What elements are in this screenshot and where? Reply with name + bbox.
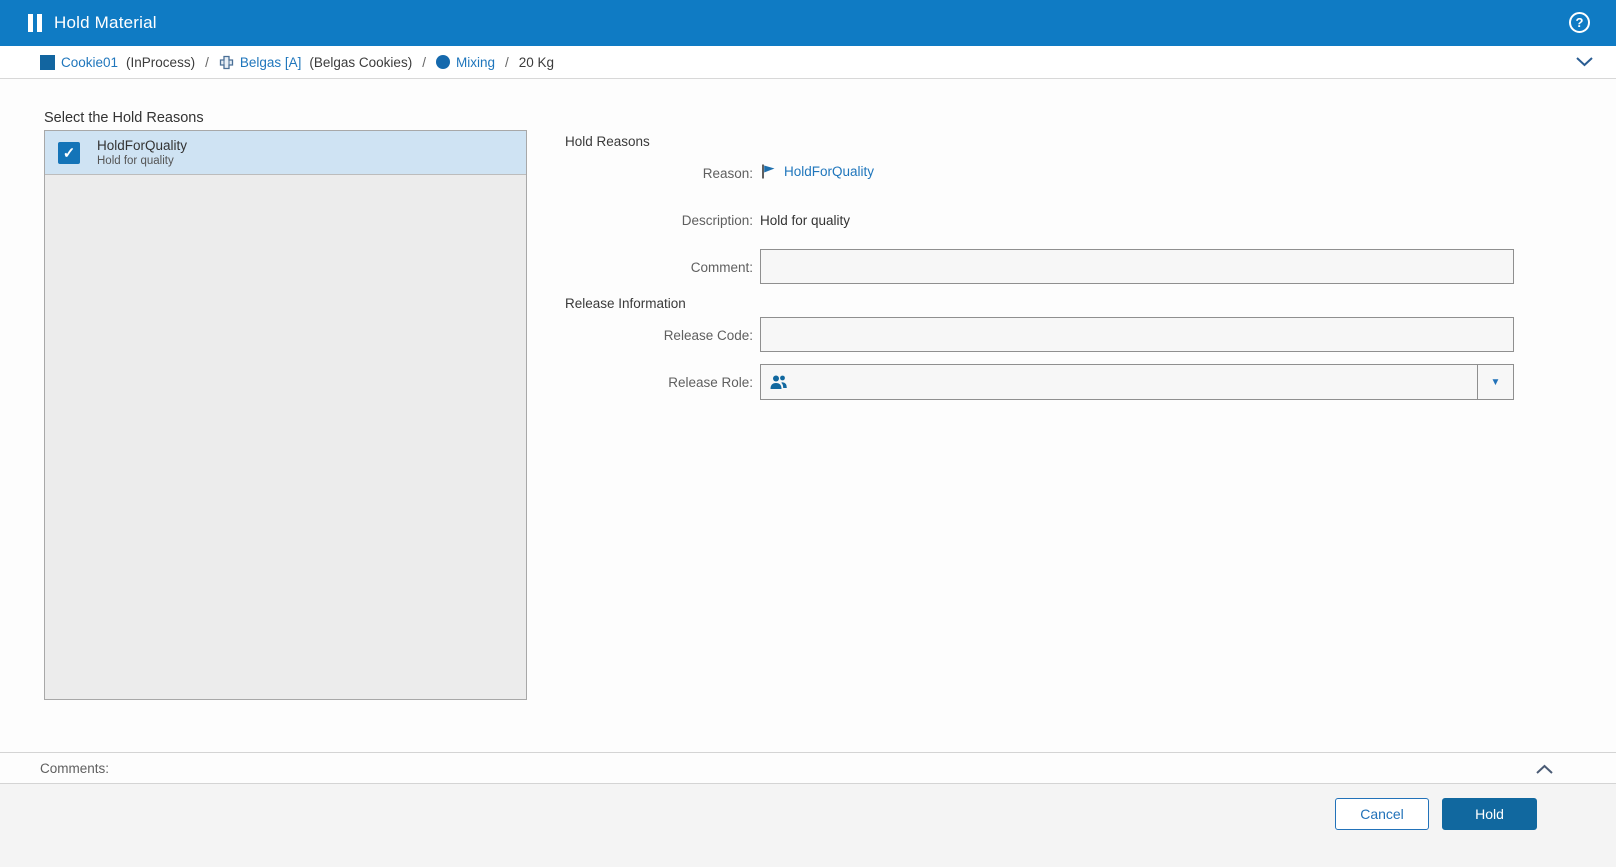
reason-label: Reason: bbox=[702, 166, 753, 181]
release-role-dropdown-button[interactable]: ▼ bbox=[1477, 365, 1513, 399]
comment-input[interactable] bbox=[760, 249, 1514, 284]
breadcrumb-item-operation[interactable]: Mixing bbox=[435, 55, 495, 70]
release-code-input[interactable] bbox=[760, 317, 1514, 352]
flag-icon bbox=[762, 164, 775, 179]
chevron-down-icon[interactable] bbox=[1575, 55, 1594, 70]
section-title-release-information: Release Information bbox=[565, 296, 686, 311]
release-code-label: Release Code: bbox=[663, 328, 753, 343]
release-role-label: Release Role: bbox=[668, 375, 753, 390]
page-title: Hold Material bbox=[54, 13, 157, 32]
description-label: Description: bbox=[681, 213, 753, 228]
hold-pause-icon bbox=[28, 14, 42, 32]
comments-bar[interactable]: Comments: bbox=[0, 752, 1616, 784]
operation-icon bbox=[435, 55, 450, 69]
comment-label: Comment: bbox=[690, 260, 753, 275]
reason-value: HoldForQuality bbox=[760, 163, 874, 180]
reason-description: Hold for quality bbox=[97, 155, 174, 167]
list-item-hold-for-quality[interactable]: ✓ HoldForQuality Hold for quality bbox=[45, 131, 526, 175]
release-role-input[interactable]: ▼ bbox=[760, 364, 1514, 400]
equipment-icon bbox=[219, 55, 233, 69]
breadcrumb: Cookie01 (InProcess) / Belgas [A] (Belga… bbox=[0, 46, 1616, 79]
hold-reasons-list: ✓ HoldForQuality Hold for quality bbox=[44, 130, 527, 700]
reason-value-text: HoldForQuality bbox=[784, 164, 875, 179]
help-icon[interactable]: ? bbox=[1569, 12, 1590, 33]
hold-reasons-list-title: Select the Hold Reasons bbox=[44, 110, 204, 126]
cancel-button[interactable]: Cancel bbox=[1335, 798, 1429, 830]
breadcrumb-separator: / bbox=[422, 54, 426, 70]
breadcrumb-item-equipment[interactable]: Belgas [A] (Belgas Cookies) bbox=[219, 55, 412, 70]
breadcrumb-description: (Belgas Cookies) bbox=[309, 54, 413, 70]
breadcrumb-link[interactable]: Belgas [A] bbox=[240, 55, 302, 70]
section-title-hold-reasons: Hold Reasons bbox=[565, 134, 650, 149]
hold-button[interactable]: Hold bbox=[1442, 798, 1537, 830]
breadcrumb-status: (InProcess) bbox=[126, 54, 196, 70]
chevron-up-icon[interactable] bbox=[1535, 763, 1554, 778]
breadcrumb-link[interactable]: Cookie01 bbox=[61, 55, 118, 70]
description-value: Hold for quality bbox=[760, 213, 851, 228]
footer-action-bar: Cancel Hold bbox=[0, 784, 1616, 867]
app-header: Hold Material ? bbox=[0, 0, 1616, 46]
breadcrumb-item-material[interactable]: Cookie01 (InProcess) bbox=[40, 54, 196, 70]
comments-label: Comments: bbox=[40, 760, 110, 776]
breadcrumb-quantity: 20 Kg bbox=[518, 54, 555, 70]
breadcrumb-separator: / bbox=[205, 54, 209, 70]
users-icon bbox=[770, 375, 787, 389]
container-icon bbox=[40, 54, 55, 70]
breadcrumb-separator: / bbox=[504, 54, 509, 70]
breadcrumb-link[interactable]: Mixing bbox=[456, 55, 495, 70]
checkbox-checked-icon[interactable]: ✓ bbox=[58, 141, 80, 164]
reason-name: HoldForQuality bbox=[97, 138, 188, 153]
